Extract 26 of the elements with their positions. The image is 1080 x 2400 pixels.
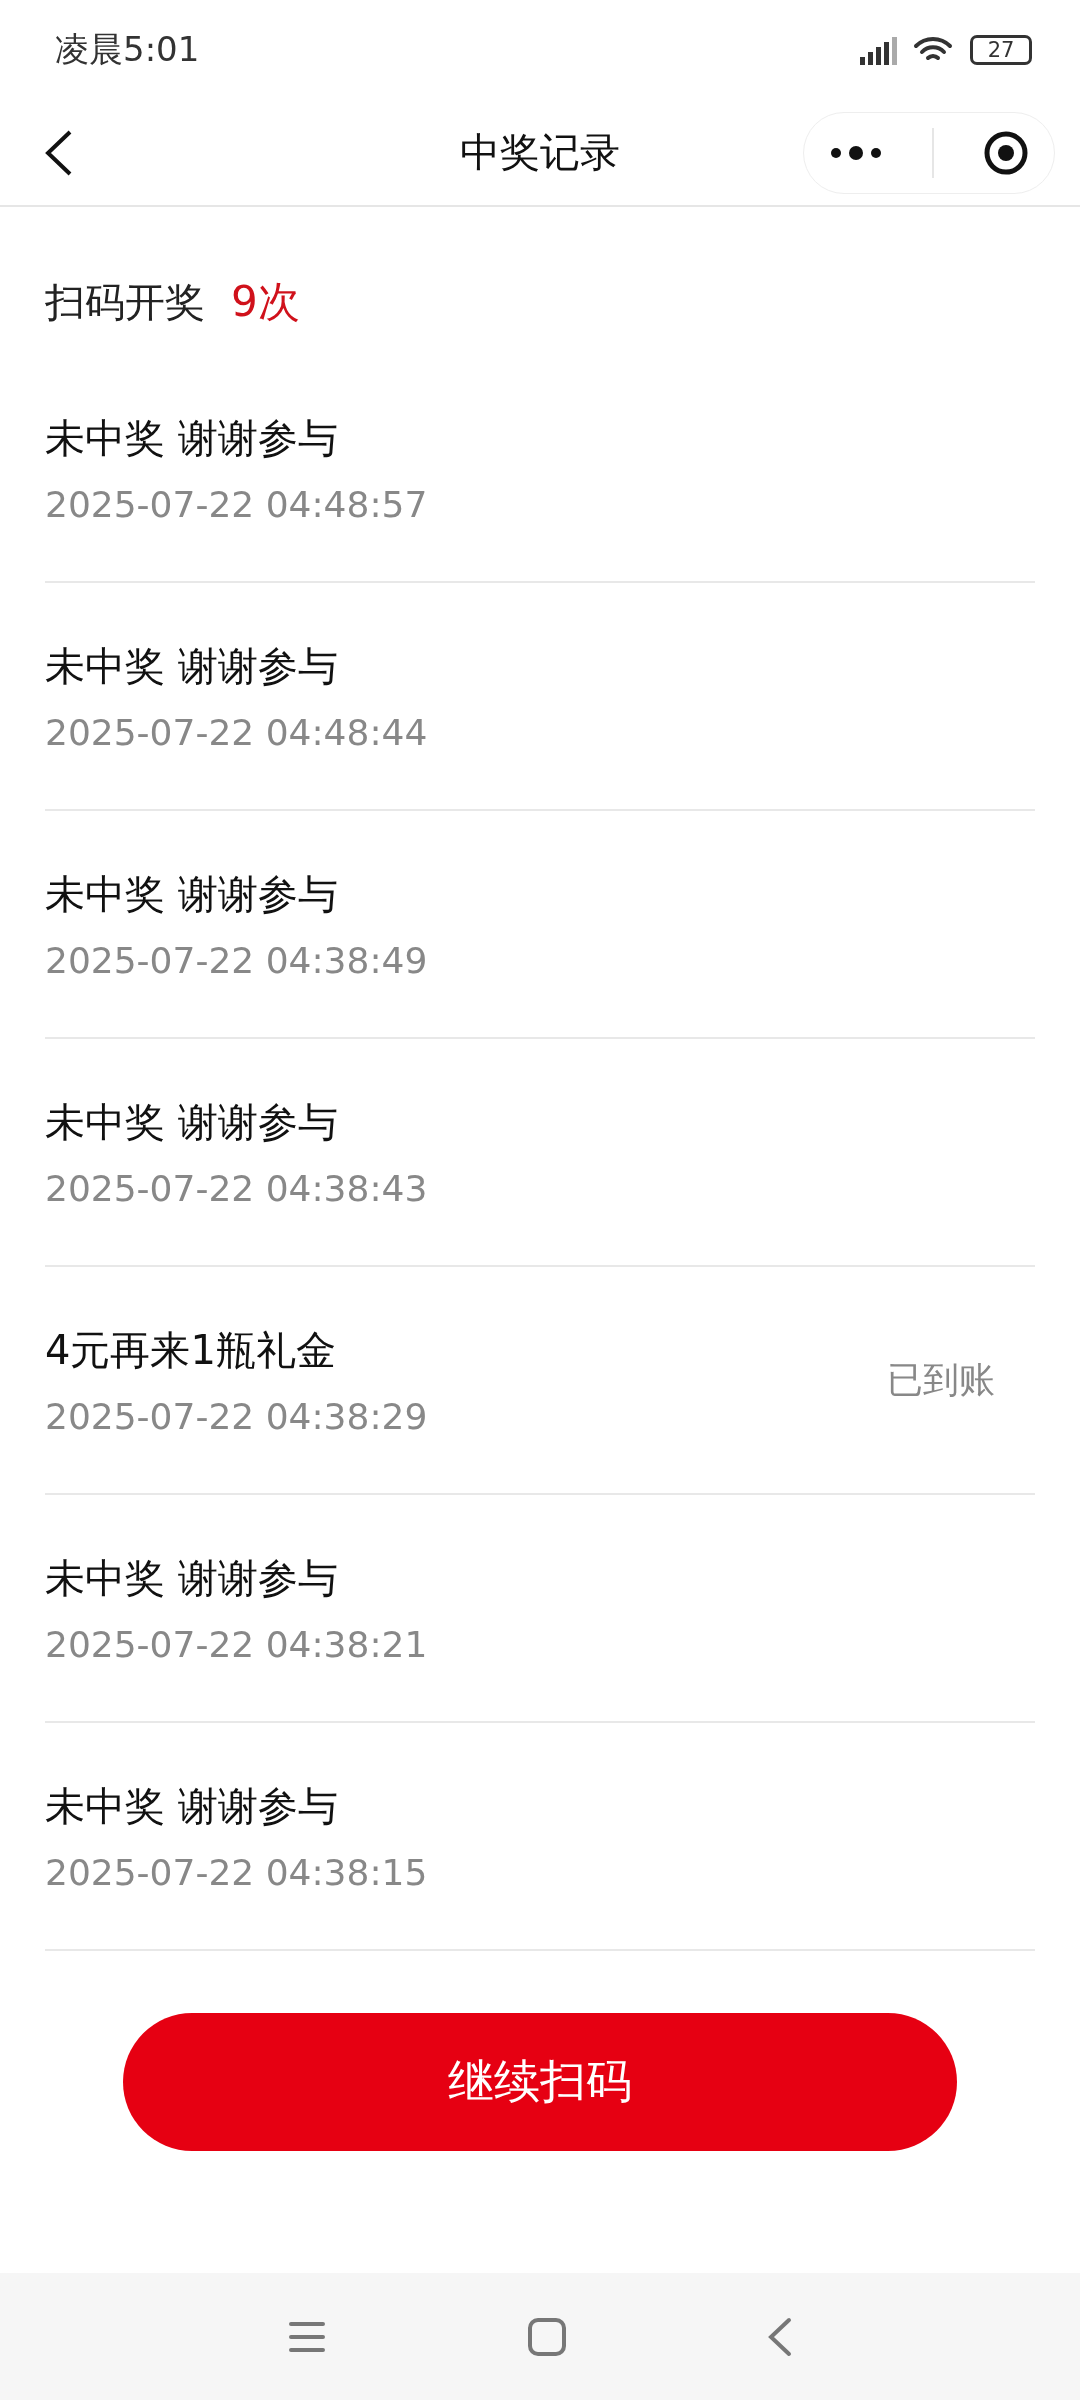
battery-level: 27 [987,39,1015,61]
record-time: 2025-07-22 04:48:57 [45,484,428,525]
record-time: 2025-07-22 04:38:21 [45,1624,428,1665]
record-title: 未中奖 谢谢参与 [45,414,339,463]
more-icon[interactable] [828,145,883,160]
record-title: 未中奖 谢谢参与 [45,1782,339,1831]
record-status: 已到账 [887,1357,995,1402]
summary-count: 9次 [231,276,300,328]
back-icon[interactable] [767,2316,793,2357]
continue-scan-button[interactable]: 继续扫码 [123,2013,957,2151]
record-title: 未中奖 谢谢参与 [45,1554,339,1603]
record-time: 2025-07-22 04:38:49 [45,940,428,981]
record-time: 2025-07-22 04:48:44 [45,712,428,753]
record-title: 未中奖 谢谢参与 [45,870,339,919]
home-icon[interactable] [527,2316,567,2357]
summary-label: 扫码开奖 [45,277,205,327]
record-title: 4元再来1瓶礼金 [45,1326,337,1375]
record-title: 未中奖 谢谢参与 [45,1098,339,1147]
target-icon[interactable] [983,129,1030,176]
record-title: 未中奖 谢谢参与 [45,642,339,691]
page-title: 中奖记录 [460,128,620,177]
status-time: 凌晨5:01 [55,28,200,71]
record-time: 2025-07-22 04:38:43 [45,1168,428,1209]
record-time: 2025-07-22 04:38:29 [45,1396,428,1437]
menu-icon[interactable] [287,2319,327,2354]
record-time: 2025-07-22 04:38:15 [45,1852,428,1893]
